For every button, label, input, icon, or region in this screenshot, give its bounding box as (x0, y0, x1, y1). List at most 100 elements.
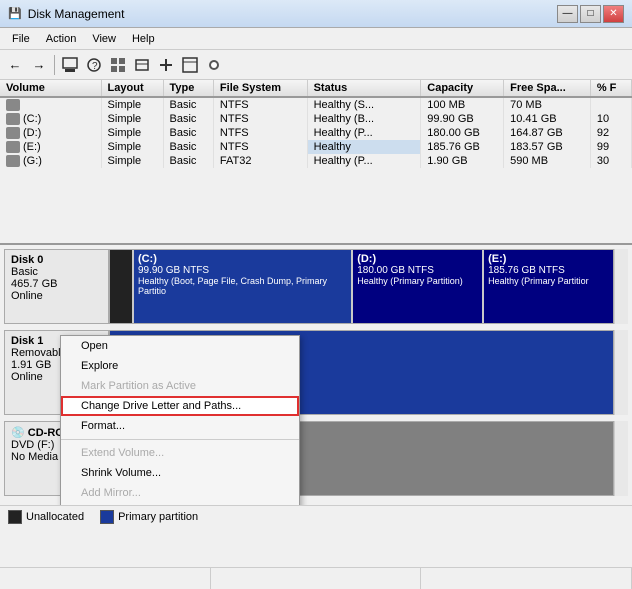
legend-unallocated-box (8, 510, 22, 524)
legend-primary-label: Primary partition (118, 511, 198, 523)
toolbar-btn-5[interactable] (107, 54, 129, 76)
back-button[interactable]: ← (4, 54, 26, 76)
table-row[interactable]: (G:) Simple Basic FAT32 Healthy (P... 1.… (0, 154, 632, 168)
cm-mirror: Add Mirror... (61, 483, 299, 503)
col-pct: % F (590, 80, 631, 97)
disk-0-e[interactable]: (E:) 185.76 GB NTFS Healthy (Primary Par… (484, 250, 613, 323)
disk-0-status: Online (11, 290, 102, 302)
cell-free: 183.57 GB (504, 140, 591, 154)
col-capacity: Capacity (421, 80, 504, 97)
toolbar-btn-6[interactable] (131, 54, 153, 76)
cell-type: Basic (163, 112, 213, 126)
disk-0-unalloc[interactable] (110, 250, 132, 323)
status-pane-2 (211, 568, 422, 589)
legend-primary: Primary partition (100, 510, 198, 524)
cm-change-drive[interactable]: Change Drive Letter and Paths... (61, 396, 299, 416)
cdrom-status: No Media (11, 451, 58, 463)
toolbar-btn-3[interactable] (59, 54, 81, 76)
menu-bar: File Action View Help (0, 28, 632, 50)
disk-0-d-title: (D:) (357, 253, 478, 265)
cell-status: Healthy (P... (307, 154, 421, 168)
cell-free: 70 MB (504, 97, 591, 112)
menu-view[interactable]: View (84, 31, 124, 47)
col-type: Type (163, 80, 213, 97)
disk-0-name: Disk 0 (11, 254, 102, 266)
cdrom-type: DVD (F:) (11, 439, 54, 451)
toolbar-separator-1 (54, 55, 55, 75)
toolbar-btn-7[interactable] (155, 54, 177, 76)
cm-format[interactable]: Format... (61, 416, 299, 436)
cell-pct (590, 97, 631, 112)
disk-0-type: Basic (11, 266, 102, 278)
col-status: Status (307, 80, 421, 97)
cell-pct: 99 (590, 140, 631, 154)
svg-text:?: ? (92, 61, 98, 72)
cell-layout: Simple (101, 126, 163, 140)
cell-status: Healthy (307, 140, 421, 154)
menu-action[interactable]: Action (38, 31, 85, 47)
minimize-button[interactable]: — (557, 5, 578, 23)
cell-volume (0, 97, 101, 112)
title-bar: 💾 Disk Management — □ ✕ (0, 0, 632, 28)
cell-pct: 10 (590, 112, 631, 126)
cm-shrink[interactable]: Shrink Volume... (61, 463, 299, 483)
cell-pct: 30 (590, 154, 631, 168)
cell-cap: 185.76 GB (421, 140, 504, 154)
cm-explore[interactable]: Explore (61, 356, 299, 376)
forward-button[interactable]: → (28, 54, 50, 76)
cell-layout: Simple (101, 112, 163, 126)
cell-fs: NTFS (213, 126, 307, 140)
cm-open[interactable]: Open (61, 336, 299, 356)
disk-0-d-status: Healthy (Primary Partition) (357, 276, 478, 286)
toolbar-btn-4[interactable]: ? (83, 54, 105, 76)
disk-0-e-title: (E:) (488, 253, 609, 265)
disk-area: Disk 0 Basic 465.7 GB Online (C:) 99.90 … (0, 245, 632, 505)
context-menu: Open Explore Mark Partition as Active Ch… (60, 335, 300, 505)
legend-primary-box (100, 510, 114, 524)
disk-0-d[interactable]: (D:) 180.00 GB NTFS Healthy (Primary Par… (353, 250, 482, 323)
disk-0-label: Disk 0 Basic 465.7 GB Online (4, 249, 109, 324)
cell-layout: Simple (101, 140, 163, 154)
legend-unallocated: Unallocated (8, 510, 84, 524)
volume-table-area[interactable]: Volume Layout Type File System Status Ca… (0, 80, 632, 245)
disk-0-partitions: (C:) 99.90 GB NTFS Healthy (Boot, Page F… (109, 249, 614, 324)
disk-0-c[interactable]: (C:) 99.90 GB NTFS Healthy (Boot, Page F… (134, 250, 351, 323)
cm-delete[interactable]: Delete Volume... (61, 503, 299, 505)
cell-volume: (G:) (0, 154, 101, 168)
cell-volume: (E:) (0, 140, 101, 154)
window-icon: 💾 (8, 7, 22, 20)
cell-pct: 92 (590, 126, 631, 140)
cell-free: 590 MB (504, 154, 591, 168)
cell-layout: Simple (101, 97, 163, 112)
table-row[interactable]: (D:) Simple Basic NTFS Healthy (P... 180… (0, 126, 632, 140)
disk-0-e-status: Healthy (Primary Partitior (488, 276, 609, 286)
cell-volume: (C:) (0, 112, 101, 126)
toolbar-btn-9[interactable] (203, 54, 225, 76)
col-freespace: Free Spa... (504, 80, 591, 97)
table-row[interactable]: (E:) Simple Basic NTFS Healthy 185.76 GB… (0, 140, 632, 154)
cell-fs: NTFS (213, 140, 307, 154)
cdrom-icon: 💿 (11, 427, 25, 439)
cell-type: Basic (163, 126, 213, 140)
cell-cap: 99.90 GB (421, 112, 504, 126)
disk-0-e-fs: 185.76 GB NTFS (488, 265, 609, 276)
maximize-button[interactable]: □ (580, 5, 601, 23)
toolbar: ← → ? (0, 50, 632, 80)
disk-0-row: Disk 0 Basic 465.7 GB Online (C:) 99.90 … (4, 249, 628, 324)
toolbar-btn-8[interactable] (179, 54, 201, 76)
disk-0-c-status: Healthy (Boot, Page File, Crash Dump, Pr… (138, 276, 347, 296)
table-row[interactable]: Simple Basic NTFS Healthy (S... 100 MB 7… (0, 97, 632, 112)
cell-cap: 1.90 GB (421, 154, 504, 168)
cm-extend: Extend Volume... (61, 443, 299, 463)
cell-fs: NTFS (213, 97, 307, 112)
menu-file[interactable]: File (4, 31, 38, 47)
volume-table: Volume Layout Type File System Status Ca… (0, 80, 632, 168)
disk-0-scrollbar (614, 249, 628, 324)
cm-mark-active: Mark Partition as Active (61, 376, 299, 396)
status-bar (0, 567, 632, 589)
close-button[interactable]: ✕ (603, 5, 624, 23)
table-row[interactable]: (C:) Simple Basic NTFS Healthy (B... 99.… (0, 112, 632, 126)
disk-0-d-fs: 180.00 GB NTFS (357, 265, 478, 276)
main-content: Volume Layout Type File System Status Ca… (0, 80, 632, 567)
menu-help[interactable]: Help (124, 31, 163, 47)
